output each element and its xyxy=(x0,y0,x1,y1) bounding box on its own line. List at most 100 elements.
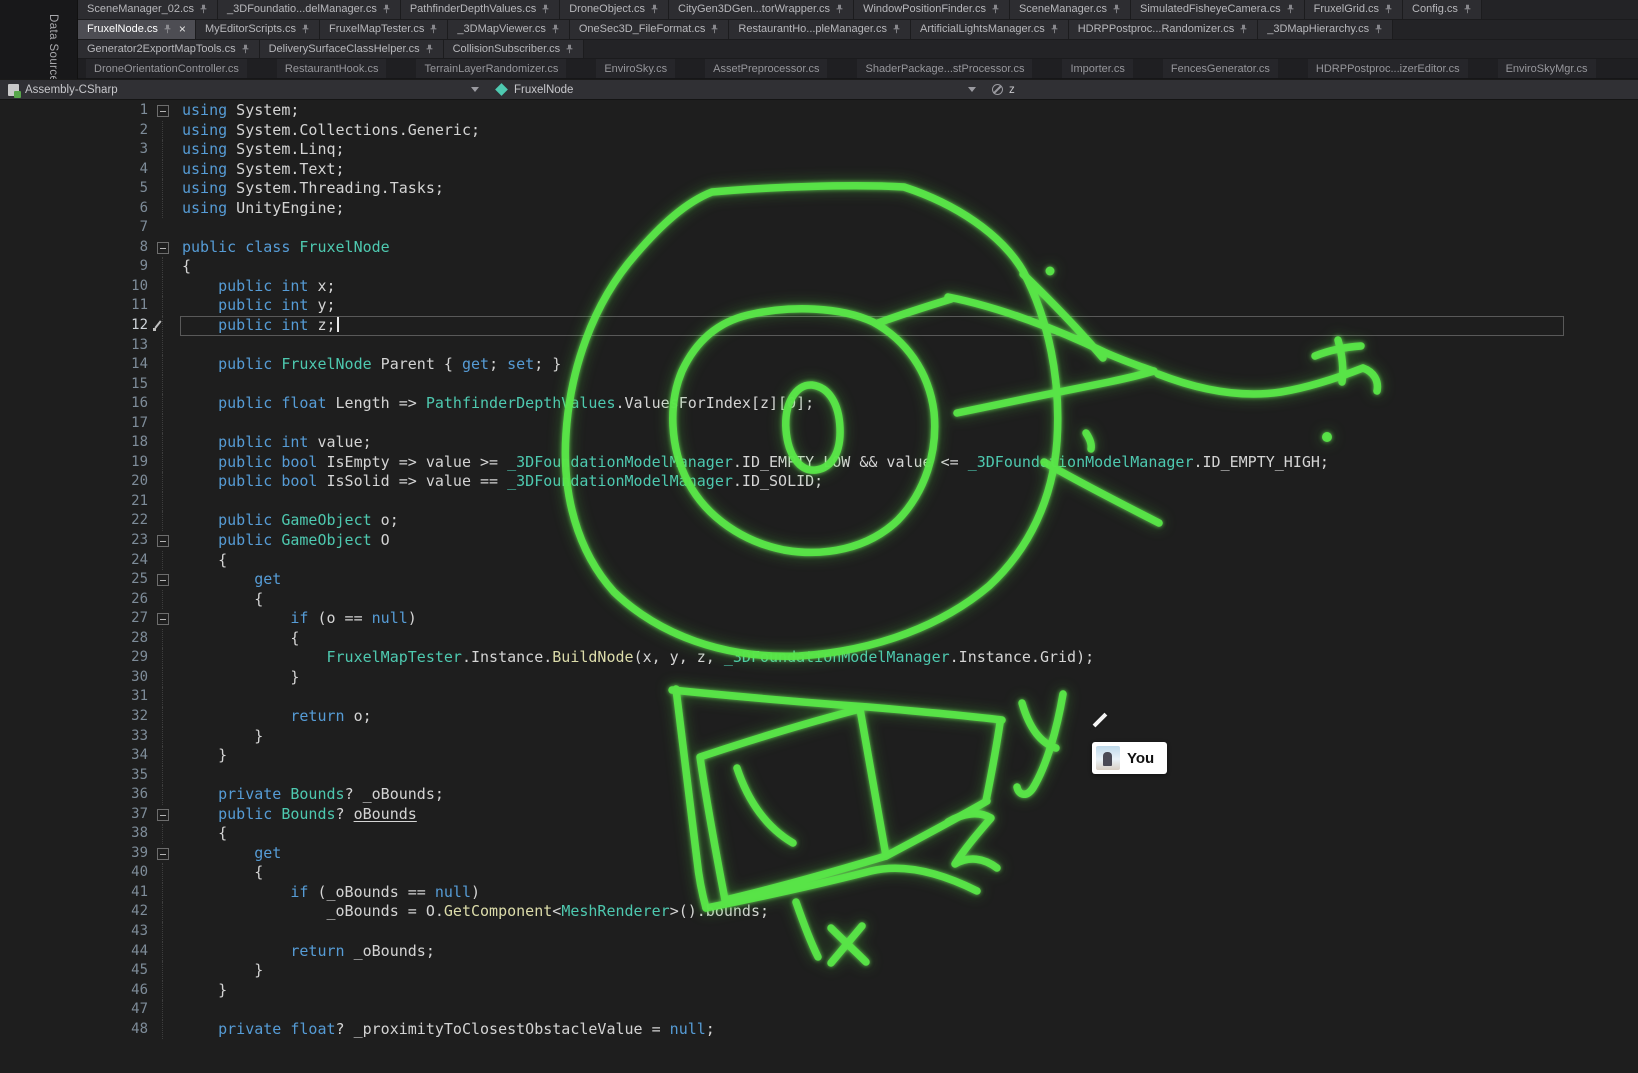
pin-icon[interactable] xyxy=(382,4,391,14)
code-line-26[interactable]: 26 { xyxy=(0,590,1638,610)
code-line-22[interactable]: 22 public GameObject o; xyxy=(0,511,1638,531)
fold-marker[interactable] xyxy=(148,238,182,258)
code-line-27[interactable]: 27 if (o == null) xyxy=(0,609,1638,629)
code-line-20[interactable]: 20 public bool IsSolid => value == _3DFo… xyxy=(0,472,1638,492)
code-editor[interactable]: 1using System;2using System.Collections.… xyxy=(0,100,1638,1073)
code-line-47[interactable]: 47 xyxy=(0,1000,1638,1020)
code-line-7[interactable]: 7 xyxy=(0,218,1638,238)
pin-icon[interactable] xyxy=(1374,24,1383,34)
tab-hdrppostproc-randomizer-cs[interactable]: HDRPPostproc...Randomizer.cs xyxy=(1069,20,1259,39)
pin-icon[interactable] xyxy=(892,24,901,34)
code-line-2[interactable]: 2using System.Collections.Generic; xyxy=(0,121,1638,141)
tab-enviroskymgr-cs[interactable]: EnviroSkyMgr.cs xyxy=(1498,59,1596,78)
code-line-34[interactable]: 34 } xyxy=(0,746,1638,766)
code-line-36[interactable]: 36 private Bounds? _oBounds; xyxy=(0,785,1638,805)
pin-icon[interactable] xyxy=(425,44,434,54)
data-sources-panel-tab[interactable]: Data Sources xyxy=(47,14,59,88)
pin-icon[interactable] xyxy=(1286,4,1295,14)
chevron-down-icon[interactable] xyxy=(968,87,976,92)
pin-icon[interactable] xyxy=(991,4,1000,14)
code-line-6[interactable]: 6using UnityEngine; xyxy=(0,199,1638,219)
tab-onesec3d-fileformat-cs[interactable]: OneSec3D_FileFormat.cs xyxy=(570,20,730,39)
code-line-13[interactable]: 13 xyxy=(0,336,1638,356)
code-line-35[interactable]: 35 xyxy=(0,766,1638,786)
tab-3dmaphierarchy-cs[interactable]: _3DMapHierarchy.cs xyxy=(1258,20,1393,39)
tab-terrainlayerrandomizer-cs[interactable]: TerrainLayerRandomizer.cs xyxy=(416,59,566,78)
project-dropdown[interactable]: Assembly-CSharp xyxy=(0,80,487,99)
code-line-21[interactable]: 21 xyxy=(0,492,1638,512)
code-line-12[interactable]: 12 public int z; xyxy=(0,316,1638,336)
code-line-40[interactable]: 40 { xyxy=(0,863,1638,883)
code-line-25[interactable]: 25 get xyxy=(0,570,1638,590)
tab-3dfoundatio-delmanager-cs[interactable]: _3DFoundatio...delManager.cs xyxy=(218,0,401,19)
pin-icon[interactable] xyxy=(650,4,659,14)
code-line-37[interactable]: 37 public Bounds? oBounds xyxy=(0,805,1638,825)
code-line-43[interactable]: 43 xyxy=(0,922,1638,942)
tab-3dmapviewer-cs[interactable]: _3DMapViewer.cs xyxy=(448,20,569,39)
tab-fruxelnode-cs[interactable]: FruxelNode.cs× xyxy=(78,20,196,39)
code-line-17[interactable]: 17 xyxy=(0,414,1638,434)
pin-icon[interactable] xyxy=(1239,24,1248,34)
code-line-30[interactable]: 30 } xyxy=(0,668,1638,688)
tab-assetpreprocessor-cs[interactable]: AssetPreprocessor.cs xyxy=(705,59,827,78)
code-line-28[interactable]: 28 { xyxy=(0,629,1638,649)
pin-icon[interactable] xyxy=(541,4,550,14)
pin-icon[interactable] xyxy=(710,24,719,34)
chevron-down-icon[interactable] xyxy=(471,87,479,92)
code-line-9[interactable]: 9{ xyxy=(0,257,1638,277)
pin-icon[interactable] xyxy=(429,24,438,34)
code-line-38[interactable]: 38 { xyxy=(0,824,1638,844)
pin-icon[interactable] xyxy=(1384,4,1393,14)
code-line-46[interactable]: 46 } xyxy=(0,981,1638,1001)
code-line-18[interactable]: 18 public int value; xyxy=(0,433,1638,453)
tab-droneorientationcontroller-cs[interactable]: DroneOrientationController.cs xyxy=(86,59,247,78)
code-line-31[interactable]: 31 xyxy=(0,687,1638,707)
tab-citygen3dgen-torwrapper-cs[interactable]: CityGen3DGen...torWrapper.cs xyxy=(669,0,854,19)
pin-icon[interactable] xyxy=(1463,4,1472,14)
code-line-19[interactable]: 19 public bool IsEmpty => value >= _3DFo… xyxy=(0,453,1638,473)
code-line-39[interactable]: 39 get xyxy=(0,844,1638,864)
tab-fencesgenerator-cs[interactable]: FencesGenerator.cs xyxy=(1163,59,1278,78)
tab-myeditorscripts-cs[interactable]: MyEditorScripts.cs xyxy=(196,20,320,39)
code-line-29[interactable]: 29 FruxelMapTester.Instance.BuildNode(x,… xyxy=(0,648,1638,668)
tab-config-cs[interactable]: Config.cs xyxy=(1403,0,1482,19)
pin-icon[interactable] xyxy=(1112,4,1121,14)
fold-marker[interactable] xyxy=(148,844,182,864)
pin-icon[interactable] xyxy=(241,44,250,54)
tab-collisionsubscriber-cs[interactable]: CollisionSubscriber.cs xyxy=(444,40,585,59)
tab-hdrppostproc-izereditor-cs[interactable]: HDRPPostproc...izerEditor.cs xyxy=(1308,59,1468,78)
code-line-48[interactable]: 48 private float? _proximityToClosestObs… xyxy=(0,1020,1638,1040)
code-line-10[interactable]: 10 public int x; xyxy=(0,277,1638,297)
member-dropdown[interactable]: z xyxy=(984,80,1638,99)
code-line-3[interactable]: 3using System.Linq; xyxy=(0,140,1638,160)
pin-icon[interactable] xyxy=(565,44,574,54)
tab-importer-cs[interactable]: Importer.cs xyxy=(1062,59,1132,78)
pin-icon[interactable] xyxy=(163,24,172,34)
code-line-16[interactable]: 16 public float Length => PathfinderDept… xyxy=(0,394,1638,414)
pin-icon[interactable] xyxy=(199,4,208,14)
code-line-14[interactable]: 14 public FruxelNode Parent { get; set; … xyxy=(0,355,1638,375)
close-icon[interactable]: × xyxy=(179,23,186,35)
code-line-44[interactable]: 44 return _oBounds; xyxy=(0,942,1638,962)
tab-restaurantho-plemanager-cs[interactable]: RestaurantHo...pleManager.cs xyxy=(729,20,911,39)
tab-artificiallightsmanager-cs[interactable]: ArtificialLightsManager.cs xyxy=(911,20,1069,39)
tab-generator2exportmaptools-cs[interactable]: Generator2ExportMapTools.cs xyxy=(78,40,260,59)
code-line-23[interactable]: 23 public GameObject O xyxy=(0,531,1638,551)
tab-fruxelgrid-cs[interactable]: FruxelGrid.cs xyxy=(1305,0,1403,19)
code-line-45[interactable]: 45 } xyxy=(0,961,1638,981)
tab-pathfinderdepthvalues-cs[interactable]: PathfinderDepthValues.cs xyxy=(401,0,560,19)
tab-scenemanager-cs[interactable]: SceneManager.cs xyxy=(1010,0,1131,19)
tab-windowpositionfinder-cs[interactable]: WindowPositionFinder.cs xyxy=(854,0,1010,19)
pin-icon[interactable] xyxy=(1050,24,1059,34)
code-line-33[interactable]: 33 } xyxy=(0,727,1638,747)
fold-marker[interactable] xyxy=(148,570,182,590)
code-line-4[interactable]: 4using System.Text; xyxy=(0,160,1638,180)
fold-marker[interactable] xyxy=(148,531,182,551)
type-dropdown[interactable]: FruxelNode xyxy=(487,80,984,99)
code-line-5[interactable]: 5using System.Threading.Tasks; xyxy=(0,179,1638,199)
pin-icon[interactable] xyxy=(551,24,560,34)
fold-marker[interactable] xyxy=(148,609,182,629)
tab-restauranthook-cs[interactable]: RestaurantHook.cs xyxy=(277,59,387,78)
code-line-24[interactable]: 24 { xyxy=(0,551,1638,571)
fold-marker[interactable] xyxy=(148,805,182,825)
